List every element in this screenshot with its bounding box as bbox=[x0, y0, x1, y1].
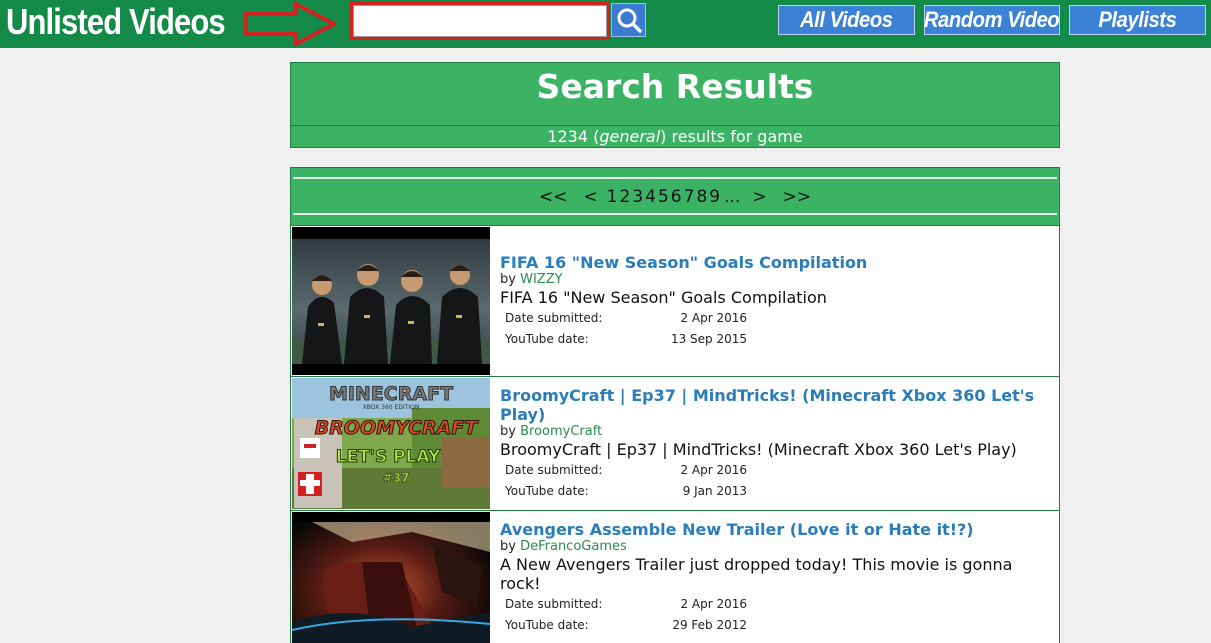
random-video-button[interactable]: Random Video bbox=[924, 5, 1060, 35]
count-scope: general bbox=[599, 127, 661, 146]
count-text: ) results for bbox=[660, 127, 753, 146]
result-item: FIFA 16 "New Season" Goals Compilation b… bbox=[291, 226, 1059, 377]
random-video-label: Random Video bbox=[924, 7, 1060, 32]
page-link-8[interactable]: 8 bbox=[696, 187, 707, 207]
search-box bbox=[350, 2, 610, 40]
page-link-9[interactable]: 9 bbox=[709, 187, 720, 207]
date-submitted-value: 2 Apr 2016 bbox=[680, 597, 747, 611]
header-divider bbox=[291, 125, 1059, 126]
video-title-link[interactable]: FIFA 16 "New Season" Goals Compilation bbox=[500, 253, 1049, 272]
video-byline: by BroomyCraft bbox=[500, 424, 1049, 439]
pagination: << < 1 2 3 4 5 6 7 8 9 ... > >> bbox=[291, 168, 1059, 226]
video-thumbnail[interactable] bbox=[292, 227, 490, 375]
page-ellipsis: ... bbox=[724, 187, 741, 207]
result-item: Avengers Assemble New Trailer (Love it o… bbox=[291, 511, 1059, 643]
video-description: A New Avengers Trailer just dropped toda… bbox=[500, 555, 1013, 593]
playlists-label: Playlists bbox=[1098, 7, 1177, 32]
pagination-row: << < 1 2 3 4 5 6 7 8 9 ... > >> bbox=[291, 186, 1059, 208]
video-title-link[interactable]: Avengers Assemble New Trailer (Love it o… bbox=[500, 520, 1049, 539]
pager-divider-bottom bbox=[293, 213, 1057, 215]
page-link-7[interactable]: 7 bbox=[684, 187, 695, 207]
fifa-thumbnail-image bbox=[292, 227, 490, 375]
youtube-date-value: 29 Feb 2012 bbox=[672, 618, 747, 632]
thumb-show-text: BROOMYCRAFT bbox=[315, 417, 480, 439]
youtube-date-label: YouTube date: bbox=[505, 618, 589, 632]
youtube-date-value: 9 Jan 2013 bbox=[682, 484, 747, 498]
date-submitted-label: Date submitted: bbox=[505, 597, 603, 611]
result-info: FIFA 16 "New Season" Goals Compilation b… bbox=[500, 253, 1049, 351]
by-label: by bbox=[500, 539, 516, 554]
author-link[interactable]: BroomyCraft bbox=[520, 424, 602, 439]
video-description: FIFA 16 "New Season" Goals Compilation bbox=[500, 288, 827, 307]
page-link-1[interactable]: 1 bbox=[607, 187, 618, 207]
page-link-5[interactable]: 5 bbox=[658, 187, 669, 207]
video-thumbnail[interactable] bbox=[292, 512, 490, 643]
youtube-date-label: YouTube date: bbox=[505, 484, 589, 498]
video-title-link[interactable]: BroomyCraft | Ep37 | MindTricks! (Minecr… bbox=[500, 386, 1049, 424]
date-submitted-label: Date submitted: bbox=[505, 311, 603, 325]
page-link-4[interactable]: 4 bbox=[645, 187, 656, 207]
video-dates: Date submitted: 2 Apr 2016 YouTube date: 2… bbox=[503, 593, 749, 637]
search-icon bbox=[617, 8, 642, 33]
playlists-button[interactable]: Playlists bbox=[1069, 5, 1206, 35]
next-page-link[interactable]: > bbox=[752, 187, 766, 207]
result-info: BroomyCraft | Ep37 | MindTricks! (Minecr… bbox=[500, 386, 1049, 503]
search-button[interactable] bbox=[611, 3, 646, 37]
video-thumbnail[interactable]: MINECRAFT XBOX 360 EDITION BROOMYCRAFT L… bbox=[292, 378, 490, 509]
result-item: MINECRAFT XBOX 360 EDITION BROOMYCRAFT L… bbox=[291, 377, 1059, 511]
avengers-thumbnail-image bbox=[292, 512, 490, 643]
page-title: Search Results bbox=[536, 67, 814, 106]
last-page-link[interactable]: >> bbox=[783, 187, 812, 207]
thumb-episode-text: #37 bbox=[383, 471, 410, 485]
result-info: Avengers Assemble New Trailer (Love it o… bbox=[500, 520, 1049, 637]
by-label: by bbox=[500, 272, 516, 287]
date-submitted-label: Date submitted: bbox=[505, 463, 603, 477]
pager-divider-top bbox=[293, 177, 1057, 179]
page-link-3[interactable]: 3 bbox=[632, 187, 643, 207]
site-logo[interactable]: Unlisted Videos bbox=[6, 2, 226, 42]
search-results-header: Search Results 1234 (general) results fo… bbox=[290, 62, 1060, 148]
video-byline: by WIZZY bbox=[500, 272, 1049, 287]
thumb-series-text: LET'S PLAY bbox=[336, 447, 441, 467]
minecraft-thumbnail-image: MINECRAFT XBOX 360 EDITION BROOMYCRAFT L… bbox=[292, 378, 490, 509]
video-description: BroomyCraft | Ep37 | MindTricks! (Minecr… bbox=[500, 440, 1017, 459]
by-label: by bbox=[500, 424, 516, 439]
page-link-6[interactable]: 6 bbox=[671, 187, 682, 207]
all-videos-button[interactable]: All Videos bbox=[778, 5, 915, 35]
results-panel: << < 1 2 3 4 5 6 7 8 9 ... > >> FIFA 16 … bbox=[290, 167, 1060, 643]
search-query: game bbox=[757, 127, 803, 146]
top-bar: Unlisted Videos All Videos Random Video … bbox=[0, 0, 1211, 48]
thumb-brand-text: MINECRAFT bbox=[329, 383, 453, 405]
date-submitted-value: 2 Apr 2016 bbox=[680, 311, 747, 325]
search-input[interactable] bbox=[353, 5, 607, 37]
page-link-2[interactable]: 2 bbox=[619, 187, 630, 207]
arrow-right-icon bbox=[244, 2, 336, 46]
count-number: 1234 bbox=[547, 127, 589, 146]
prev-page-link[interactable]: < bbox=[583, 187, 597, 207]
youtube-date-label: YouTube date: bbox=[505, 332, 589, 346]
all-videos-label: All Videos bbox=[800, 7, 893, 32]
video-dates: Date submitted: 2 Apr 2016 YouTube date: 1… bbox=[503, 307, 749, 351]
video-byline: by DeFrancoGames bbox=[500, 539, 1049, 554]
date-submitted-value: 2 Apr 2016 bbox=[680, 463, 747, 477]
thumb-edition-text: XBOX 360 EDITION bbox=[363, 404, 420, 411]
author-link[interactable]: DeFrancoGames bbox=[520, 539, 627, 554]
video-dates: Date submitted: 2 Apr 2016 YouTube date: 9… bbox=[503, 459, 749, 503]
first-page-link[interactable]: << bbox=[539, 187, 568, 207]
youtube-date-value: 13 Sep 2015 bbox=[670, 332, 747, 346]
results-count: 1234 (general) results for game bbox=[547, 127, 803, 146]
author-link[interactable]: WIZZY bbox=[520, 272, 562, 287]
